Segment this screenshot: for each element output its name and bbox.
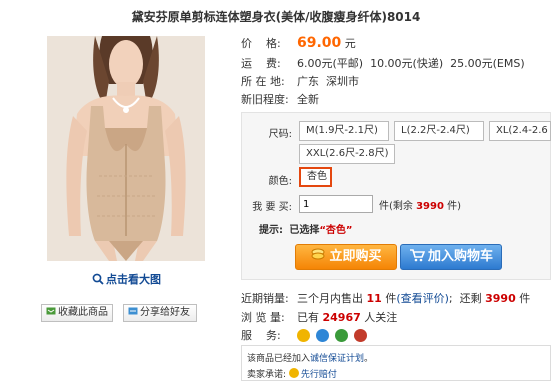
tip-label: 提示: (259, 225, 283, 236)
size-label: 尺码: (268, 129, 292, 140)
size-option-m[interactable]: M(1.9尺-2.1尺) (299, 121, 389, 141)
zoom-label: 点击看大图 (106, 273, 161, 286)
color-option-selected[interactable]: 杏色 (299, 167, 332, 187)
view-reviews-link[interactable]: (查看评价) (396, 292, 449, 305)
service-row: 服 务: (241, 327, 373, 343)
price-value: 69.00 (297, 35, 342, 51)
remain-unit: 件 (519, 292, 531, 305)
sales-count: 11 (366, 292, 382, 305)
guarantee-icon[interactable] (316, 329, 329, 342)
share-label: 分享给好友 (140, 307, 190, 318)
sales-unit: 件 (385, 292, 397, 305)
model-photo-illustration (47, 36, 205, 261)
sales-label: 近期销量: (241, 292, 289, 305)
size-option-xxl[interactable]: XXL(2.6尺-2.8尺) (299, 144, 395, 164)
favorite-label: 收藏此商品 (58, 307, 108, 318)
stock-prefix: 件(剩余 (379, 201, 413, 212)
price-label: 价 格: (241, 37, 281, 50)
cart-icon (409, 247, 426, 262)
service-label: 服 务: (241, 329, 281, 342)
seller-promise: 该商品已经加入诚信保证计划。 卖家承诺: 先行赔付 (241, 345, 551, 381)
location-value: 广东 深圳市 (297, 75, 359, 88)
integrity-plan-link[interactable]: 诚信保证计划 (310, 354, 364, 364)
advance-compensation-link[interactable]: 先行赔付 (301, 370, 337, 380)
views-prefix: 已有 (297, 311, 319, 324)
commitment-label: 卖家承诺: (247, 370, 287, 380)
selection-tip: 提示: 已选择“杏色” (259, 221, 353, 236)
zoom-link[interactable]: 点击看大图 (92, 271, 161, 287)
buy-now-label: 立即购买 (329, 249, 382, 264)
product-image[interactable] (47, 36, 205, 261)
quantity-label: 我 要 买: (252, 202, 292, 213)
tip-value: “杏色” (319, 225, 353, 236)
share-button[interactable]: 分享给好友 (123, 304, 197, 322)
stock-text: 件(剩余 3990 件) (379, 197, 461, 212)
delivery-icon[interactable] (335, 329, 348, 342)
buy-now-button[interactable]: 立即购买 (295, 244, 397, 270)
tip-text: 已选择 (289, 225, 320, 236)
remain-prefix: ; 还剩 (448, 292, 482, 305)
condition-label: 新旧程度: (241, 93, 289, 106)
sales-prefix: 三个月内售出 (297, 292, 363, 305)
promise-prefix: 该商品已经加入 (247, 354, 311, 364)
views-label: 浏 览 量: (241, 311, 285, 324)
location-label: 所 在 地: (241, 75, 285, 88)
price-row: 价 格: 69.00 元 (241, 35, 356, 51)
product-title: 黛安芬原单剪标连体塑身衣(美体/收腹瘦身纤体)8014 (131, 10, 421, 24)
coin-icon (310, 247, 326, 261)
magnifier-icon (92, 273, 104, 285)
quantity-input[interactable] (299, 195, 373, 213)
add-to-cart-button[interactable]: 加入购物车 (400, 244, 502, 270)
shipping-value: 6.00元(平邮) 10.00元(快递) 25.00元(EMS) (297, 57, 525, 70)
favorite-icon (46, 306, 56, 316)
share-icon (128, 306, 138, 316)
sales-row: 近期销量: 三个月内售出 11 件(查看评价); 还剩 3990 件 (241, 290, 530, 306)
location-row: 所 在 地: 广东 深圳市 (241, 73, 359, 89)
shipping-label: 运 费: (241, 57, 281, 70)
promise-line-2: 卖家承诺: 先行赔付 (247, 367, 337, 380)
price-unit: 元 (344, 37, 356, 50)
views-count: 24967 (322, 311, 361, 324)
color-label: 颜色: (268, 176, 292, 187)
condition-value: 全新 (297, 93, 319, 106)
size-option-l[interactable]: L(2.2尺-2.4尺) (394, 121, 484, 141)
favorite-button[interactable]: 收藏此商品 (41, 304, 113, 322)
return-icon[interactable] (354, 329, 367, 342)
shield-icon[interactable] (297, 329, 310, 342)
views-suffix: 人关注 (364, 311, 398, 324)
condition-row: 新旧程度: 全新 (241, 91, 319, 107)
promise-line-1: 该商品已经加入诚信保证计划。 (247, 351, 373, 364)
shipping-row: 运 费: 6.00元(平邮) 10.00元(快递) 25.00元(EMS) (241, 55, 525, 71)
add-to-cart-label: 加入购物车 (427, 249, 493, 264)
stock-suffix: 件) (447, 201, 462, 212)
remain-count: 3990 (485, 292, 516, 305)
views-row: 浏 览 量: 已有 24967 人关注 (241, 309, 397, 325)
stock-count: 3990 (416, 201, 444, 212)
purchase-options: 尺码: M(1.9尺-2.1尺) L(2.2尺-2.4尺) XL(2.4-2.6… (241, 112, 551, 280)
size-option-xl[interactable]: XL(2.4-2.6 (489, 121, 551, 141)
compensation-icon (288, 368, 299, 378)
promise-suffix: 。 (364, 354, 374, 364)
